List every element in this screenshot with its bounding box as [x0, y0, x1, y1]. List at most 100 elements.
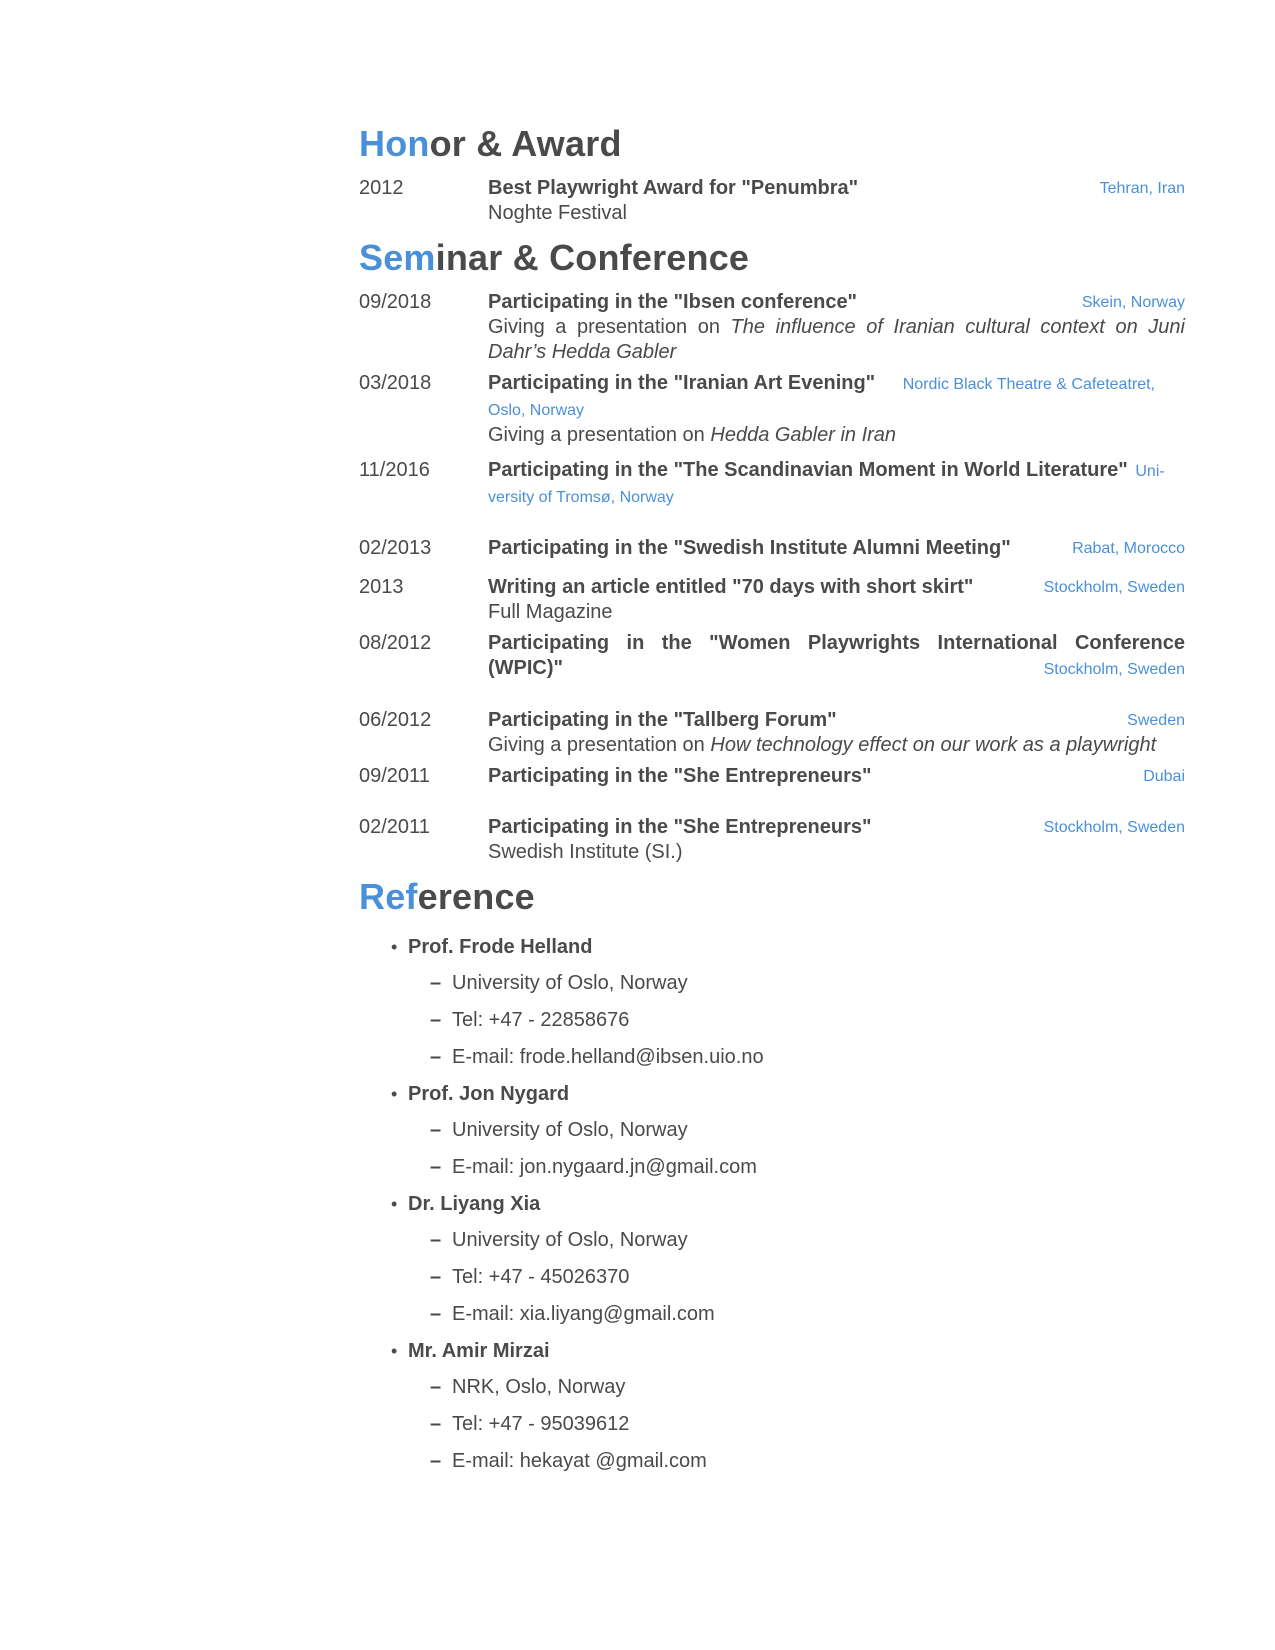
- sub-prefix: Giving a presentation on: [488, 316, 731, 338]
- entry-title: Participating in the "Tallberg Forum": [488, 709, 837, 731]
- reference-person: • Prof. Frode Helland – University of Osl…: [391, 933, 1185, 1071]
- entry-date: 03/2018: [359, 372, 432, 394]
- entry-body: Participating in the "The Scandinavian M…: [488, 458, 1185, 510]
- seminar-entries: 09/2018 Skein, Norway Participating in t…: [359, 290, 1185, 865]
- seminar-entry: 09/2011 Dubai Participating in the "She …: [359, 764, 1185, 789]
- entry-location: Dubai: [1143, 768, 1185, 785]
- entry-body: Stockholm, Sweden Participating in the "…: [488, 815, 1185, 865]
- reference-details: – University of Oslo, Norway – E-mail: jon…: [408, 1116, 1185, 1181]
- reference-detail: – University of Oslo, Norway: [430, 969, 1185, 997]
- entry-body: Participating in the "Women Playwrights …: [488, 631, 1185, 682]
- section-heading-seminar: Seminar & Conference: [359, 234, 1185, 282]
- heading-accent: Hon: [359, 123, 430, 164]
- sub-prefix: Giving a presentation on: [488, 734, 711, 756]
- entry-location: Tehran, Iran: [1099, 180, 1185, 197]
- detail-text: Tel: +47 - 95039612: [452, 1413, 630, 1435]
- reference-detail: – E-mail: jon.nygaard.jn@gmail.com: [430, 1153, 1185, 1181]
- heading-accent: Sem: [359, 237, 436, 278]
- entry-location: Stockholm, Sweden: [1043, 579, 1185, 596]
- detail-text: University of Oslo, Norway: [452, 1119, 688, 1141]
- entry-title: Participating in the "Ibsen conference": [488, 291, 858, 313]
- honor-entries: 2012 Tehran, Iran Best Playwright Award …: [359, 176, 1185, 226]
- reference-details: – University of Oslo, Norway – Tel: +47 - …: [408, 1226, 1185, 1328]
- seminar-entry: 02/2011 Stockholm, Sweden Participating …: [359, 815, 1185, 865]
- bullet-icon: •: [391, 937, 398, 957]
- entry-subtitle: Noghte Festival: [488, 202, 627, 224]
- honor-entry: 2012 Tehran, Iran Best Playwright Award …: [359, 176, 1185, 226]
- reference-name: Prof. Jon Nygard: [408, 1083, 570, 1105]
- dash-icon: –: [430, 1413, 442, 1435]
- reference-detail: – Tel: +47 - 22858676: [430, 1006, 1185, 1034]
- detail-text: E-mail: xia.liyang@gmail.com: [452, 1303, 715, 1325]
- entry-body: Stockholm, Sweden Writing an article ent…: [488, 575, 1185, 625]
- reference-details: – University of Oslo, Norway – Tel: +47 - …: [408, 969, 1185, 1071]
- entry-body: Rabat, Morocco Participating in the "Swe…: [488, 536, 1185, 561]
- reference-detail: – University of Oslo, Norway: [430, 1226, 1185, 1254]
- entry-date: 06/2012: [359, 709, 432, 731]
- entry-body: Participating in the "Iranian Art Evenin…: [488, 371, 1185, 448]
- entry-body: Skein, Norway Participating in the "Ibse…: [488, 290, 1185, 365]
- sub-prefix: Giving a presentation on: [488, 424, 711, 446]
- detail-text: University of Oslo, Norway: [452, 1229, 688, 1251]
- dash-icon: –: [430, 1009, 442, 1031]
- dash-icon: –: [430, 1156, 442, 1178]
- entry-date: 09/2018: [359, 291, 432, 313]
- entry-location: Rabat, Morocco: [1072, 540, 1185, 557]
- entry-title: Participating in the "The Scandinavian M…: [488, 459, 1128, 481]
- heading-accent: Ref: [359, 876, 418, 917]
- detail-text: NRK, Oslo, Norway: [452, 1376, 626, 1398]
- entry-body: Dubai Participating in the "She Entrepre…: [488, 764, 1185, 789]
- seminar-entry: 02/2013 Rabat, Morocco Participating in …: [359, 536, 1185, 561]
- reference-person: • Mr. Amir Mirzai – NRK, Oslo, Norway – Te…: [391, 1337, 1185, 1475]
- heading-rest: or & Award: [429, 123, 622, 164]
- reference-detail: – E-mail: frode.helland@ibsen.uio.no: [430, 1043, 1185, 1071]
- entry-subtitle: Full Magazine: [488, 601, 613, 623]
- reference-details: – NRK, Oslo, Norway – Tel: +47 - 95039612 …: [408, 1373, 1185, 1475]
- entry-location: Stockholm, Sweden: [1043, 819, 1185, 836]
- reference-detail: – Tel: +47 - 95039612: [430, 1410, 1185, 1438]
- detail-text: Tel: +47 - 45026370: [452, 1266, 630, 1288]
- bullet-icon: •: [391, 1084, 398, 1104]
- bullet-icon: •: [391, 1341, 398, 1361]
- entry-title: Best Playwright Award for "Penumbra": [488, 177, 859, 199]
- reference-detail: – Tel: +47 - 45026370: [430, 1263, 1185, 1291]
- reference-detail: – University of Oslo, Norway: [430, 1116, 1185, 1144]
- reference-list: • Prof. Frode Helland – University of Osl…: [359, 933, 1185, 1475]
- reference-name: Mr. Amir Mirzai: [408, 1340, 550, 1362]
- heading-rest: erence: [417, 876, 535, 917]
- entry-location: Sweden: [1127, 712, 1185, 729]
- detail-text: E-mail: jon.nygaard.jn@gmail.com: [452, 1156, 757, 1178]
- reference-name: Dr. Liyang Xia: [408, 1193, 541, 1215]
- dash-icon: –: [430, 1266, 442, 1288]
- section-heading-reference: Reference: [359, 873, 1185, 921]
- detail-text: E-mail: hekayat @gmail.com: [452, 1450, 707, 1472]
- entry-location: Stockholm, Sweden: [1043, 661, 1185, 678]
- dash-icon: –: [430, 1450, 442, 1472]
- cv-page: Honor & Award 2012 Tehran, Iran Best Pla…: [359, 120, 1185, 1484]
- entry-subtitle: Giving a presentation on How technology …: [488, 733, 1185, 758]
- dash-icon: –: [430, 972, 442, 994]
- seminar-entry: 2013 Stockholm, Sweden Writing an articl…: [359, 575, 1185, 625]
- sub-italic: Hedda Gabler in Iran: [710, 424, 897, 446]
- detail-text: Tel: +47 - 22858676: [452, 1009, 630, 1031]
- reference-detail: – NRK, Oslo, Norway: [430, 1373, 1185, 1401]
- entry-subtitle: Giving a presentation on The influence o…: [488, 315, 1185, 365]
- heading-rest: inar & Conference: [435, 237, 750, 278]
- entry-location: Skein, Norway: [1081, 294, 1185, 311]
- entry-location-row: Stockholm, Sweden: [488, 656, 1185, 682]
- entry-title: Writing an article entitled "70 days wit…: [488, 576, 974, 598]
- section-heading-honor: Honor & Award: [359, 120, 1185, 168]
- dash-icon: –: [430, 1119, 442, 1141]
- reference-person: • Dr. Liyang Xia – University of Oslo, No…: [391, 1190, 1185, 1328]
- entry-date: 2013: [359, 576, 404, 598]
- seminar-entry: 11/2016 Participating in the "The Scandi…: [359, 458, 1185, 510]
- entry-date: 02/2011: [359, 816, 430, 838]
- entry-title: Participating in the "She Entrepreneurs": [488, 816, 872, 838]
- dash-icon: –: [430, 1046, 442, 1068]
- entry-date: 08/2012: [359, 632, 432, 654]
- reference-detail: – E-mail: xia.liyang@gmail.com: [430, 1300, 1185, 1328]
- seminar-entry: 03/2018 Participating in the "Iranian Ar…: [359, 371, 1185, 448]
- entry-title: Participating in the "Iranian Art Evenin…: [488, 372, 876, 394]
- entry-body: Sweden Participating in the "Tallberg Fo…: [488, 708, 1185, 758]
- reference-person: • Prof. Jon Nygard – University of Oslo, …: [391, 1080, 1185, 1181]
